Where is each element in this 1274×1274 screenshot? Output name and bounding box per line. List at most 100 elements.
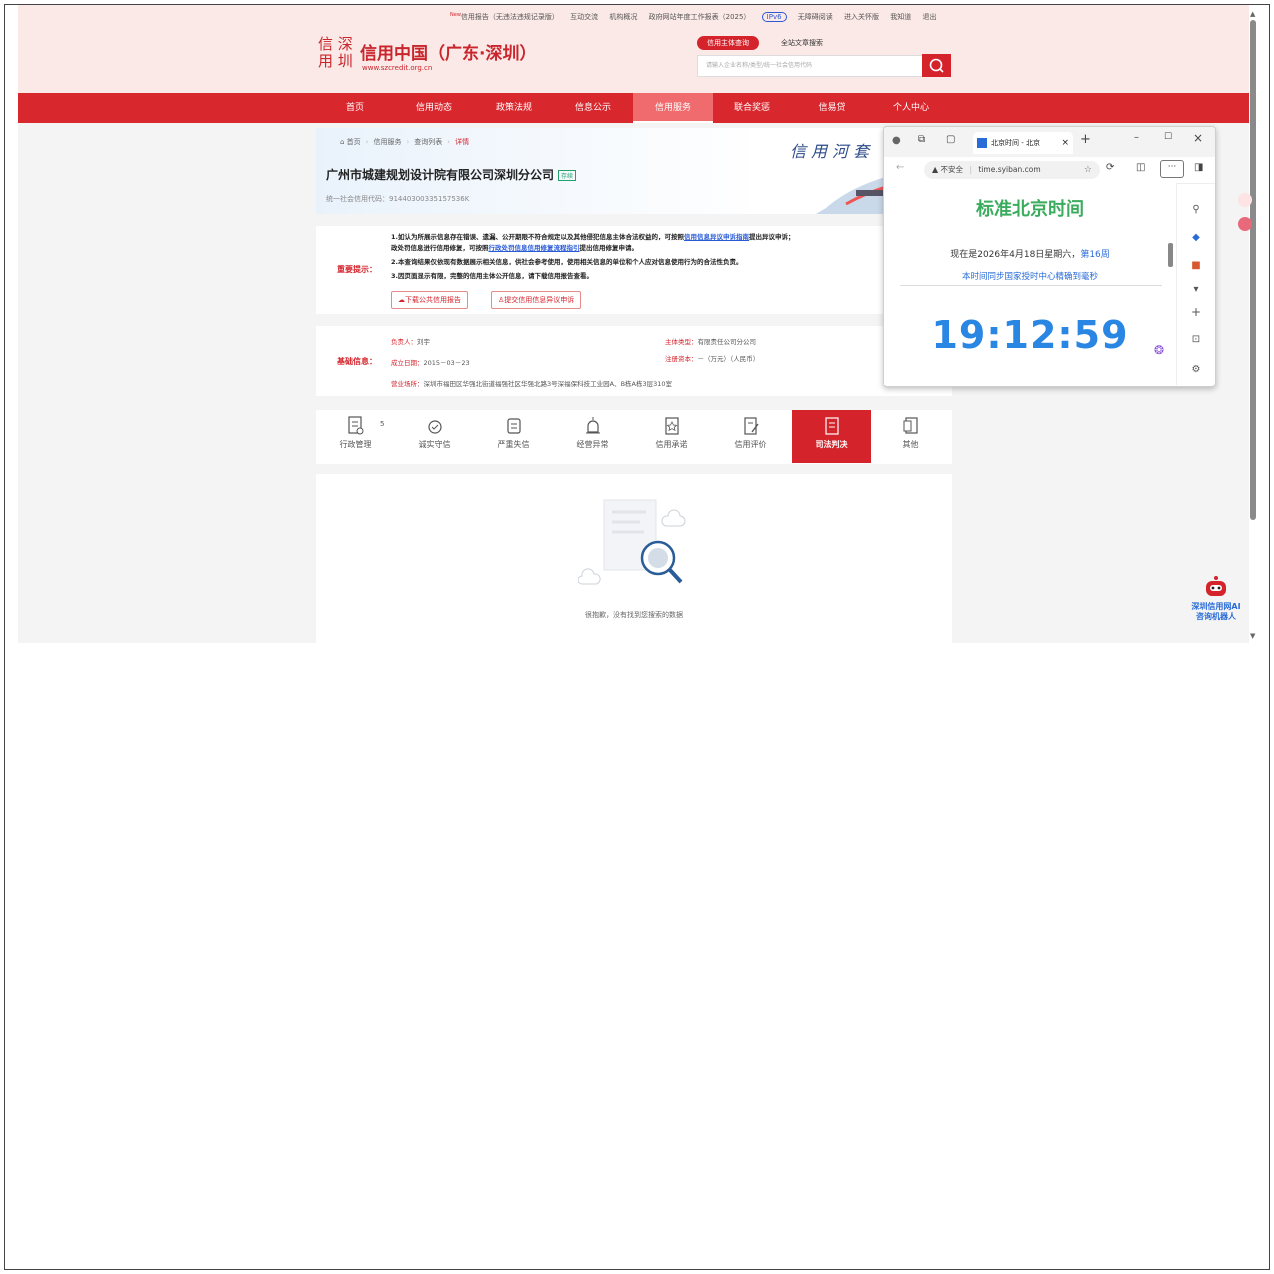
robot-label: 深圳信用网AI 咨询机器人 bbox=[1191, 602, 1241, 621]
nav-policy[interactable]: 政策法规 bbox=[474, 93, 554, 123]
site-logo[interactable]: 信 深 用 圳 信用中国（广东·深圳） www.szcredit.org.cn bbox=[318, 36, 558, 78]
company-name-text: 广州市城建规划设计院有限公司深圳分公司 bbox=[326, 168, 555, 182]
tab-article-search[interactable]: 全站文章搜索 bbox=[781, 38, 823, 48]
sidebar-tag-icon[interactable]: ◆ bbox=[1189, 231, 1203, 245]
address-field[interactable]: ▲ 不安全 | time.syiban.com ☆ bbox=[924, 161, 1100, 179]
tab-admin-management[interactable]: 行政管理 5 bbox=[316, 410, 395, 463]
tab-business-abnormal[interactable]: 经营异常 bbox=[553, 410, 632, 463]
top-link-logout[interactable]: 退出 bbox=[923, 13, 937, 21]
tab-favicon-icon bbox=[977, 138, 987, 148]
repair-guide-link[interactable]: 行政处罚信息信用修复流程指引 bbox=[489, 244, 580, 252]
profile-icon[interactable]: ● bbox=[892, 135, 901, 146]
integrity-icon bbox=[427, 420, 442, 434]
page-scrollbar-thumb[interactable] bbox=[1250, 20, 1256, 520]
top-link-credit-report[interactable]: 信用报告（无违法违规记录版） bbox=[461, 13, 559, 21]
popup-address-bar: ← ▲ 不安全 | time.syiban.com ☆ ⟳ ◫ ··· ◨ bbox=[884, 157, 1215, 184]
nav-home[interactable]: 首页 bbox=[315, 93, 395, 123]
breadcrumb-list[interactable]: 查询列表 bbox=[414, 138, 442, 146]
search-icon bbox=[929, 58, 944, 73]
top-link-know[interactable]: 我知道 bbox=[890, 13, 911, 21]
admin-count: 5 bbox=[380, 420, 385, 428]
sidebar-tools-icon[interactable]: ■ bbox=[1189, 259, 1203, 273]
star-doc-icon bbox=[664, 417, 679, 435]
close-window-icon[interactable]: × bbox=[1193, 131, 1203, 145]
sidebar-toggle-icon[interactable]: ◨ bbox=[1194, 162, 1203, 173]
close-tab-icon[interactable]: × bbox=[1061, 132, 1069, 154]
no-data-illustration bbox=[578, 499, 686, 585]
tab-entity-search[interactable]: 信用主体查询 bbox=[697, 36, 759, 50]
tab-serious-dishonesty[interactable]: 严重失信 bbox=[474, 410, 553, 463]
week-number: 第16周 bbox=[1080, 250, 1110, 260]
download-report-label: 下载公共信用报告 bbox=[405, 296, 461, 304]
new-tab-icon[interactable]: + bbox=[1080, 132, 1091, 147]
top-link-accessibility[interactable]: 无障碍阅读 bbox=[798, 13, 833, 21]
more-menu-icon[interactable]: ··· bbox=[1160, 160, 1184, 178]
nav-personal[interactable]: 个人中心 bbox=[871, 93, 951, 123]
favorite-star-icon[interactable]: ☆ bbox=[1084, 161, 1092, 179]
search-tabs: 信用主体查询 全站文章搜索 bbox=[697, 36, 823, 50]
scroll-down-icon[interactable]: ▼ bbox=[1250, 632, 1255, 640]
submit-objection-button[interactable]: ♙提交信用信息异议申诉 bbox=[491, 291, 582, 309]
registered-capital: 注册资本：－（万元）（人民币） bbox=[665, 355, 760, 363]
warning-icon: ▲ bbox=[932, 165, 939, 174]
refresh-icon[interactable]: ⟳ bbox=[1106, 162, 1114, 173]
tab-judicial-judgment[interactable]: 司法判决 bbox=[792, 410, 871, 463]
reader-icon[interactable]: ◫ bbox=[1136, 162, 1145, 173]
popup-scrollbar-thumb[interactable] bbox=[1168, 243, 1173, 267]
tab-credit-evaluation[interactable]: 信用评价 bbox=[711, 410, 790, 463]
notice-label: 重要提示： bbox=[337, 265, 377, 274]
search-button[interactable] bbox=[922, 54, 951, 77]
back-icon[interactable]: ← bbox=[896, 162, 904, 173]
notice-text: 1.如认为所展示信息存在错误、遗漏、公开期限不符合规定以及其他侵犯信息主体合法权… bbox=[391, 232, 891, 282]
copilot-icon[interactable]: ❂ bbox=[1154, 343, 1164, 357]
nav-joint-rewards[interactable]: 联合奖惩 bbox=[712, 93, 792, 123]
breadcrumb-home[interactable]: 首页 bbox=[347, 138, 361, 146]
popup-tab[interactable]: 北京时间 - 北京 × bbox=[973, 132, 1073, 154]
site-title: 信用中国（广东·深圳） bbox=[360, 44, 537, 64]
side-float-button-2[interactable] bbox=[1238, 217, 1252, 231]
main-nav: 首页 信用动态 政策法规 信息公示 信用服务 联合奖惩 信易贷 个人中心 bbox=[18, 93, 1249, 123]
sidebar-screenshot-icon[interactable]: ⊡ bbox=[1189, 333, 1203, 347]
tab-actions-icon[interactable]: ▢ bbox=[946, 134, 955, 145]
sidebar-search-icon[interactable]: ⚲ bbox=[1189, 203, 1203, 217]
nav-credit-loan[interactable]: 信易贷 bbox=[792, 93, 872, 123]
top-link-interaction[interactable]: 互动交流 bbox=[570, 13, 598, 21]
sync-note[interactable]: 本时间同步国家授时中心精确到毫秒 bbox=[884, 270, 1176, 282]
home-icon: ⌂ bbox=[340, 138, 347, 146]
maximize-icon[interactable]: ☐ bbox=[1164, 132, 1172, 142]
document-check-icon bbox=[347, 416, 363, 435]
submit-objection-label: 提交信用信息异议申诉 bbox=[504, 296, 575, 304]
tab-other[interactable]: 其他 bbox=[871, 410, 950, 463]
credit-code: 统一社会信用代码：91440300335157536K bbox=[326, 194, 469, 204]
logo-mark-line1: 信 深 bbox=[318, 35, 353, 53]
empty-message: 很抱歉，没有找到您搜索的数据 bbox=[585, 611, 683, 619]
ai-assistant-robot[interactable]: 深圳信用网AI 咨询机器人 bbox=[1185, 574, 1247, 634]
nav-news[interactable]: 信用动态 bbox=[394, 93, 474, 123]
collections-icon[interactable]: ⧉ bbox=[918, 134, 925, 145]
sidebar-expand-icon[interactable]: ▾ bbox=[1189, 283, 1203, 297]
side-float-button[interactable] bbox=[1238, 193, 1252, 207]
nav-disclosure[interactable]: 信息公示 bbox=[553, 93, 633, 123]
tab-integrity[interactable]: 诚实守信 bbox=[395, 410, 474, 463]
logo-mark: 信 深 用 圳 bbox=[318, 36, 356, 74]
banner-calligraphy: 信用河套 bbox=[790, 142, 875, 161]
download-report-button[interactable]: ☁下载公共信用报告 bbox=[391, 291, 468, 309]
objection-guide-link[interactable]: 信用信息异议申诉指南 bbox=[684, 233, 749, 241]
search-input[interactable]: 请输入企业名称/类型/统一社会信用代码 bbox=[697, 55, 923, 77]
security-label[interactable]: 不安全 bbox=[941, 165, 964, 174]
top-link-care-mode[interactable]: 进入关怀版 bbox=[844, 13, 879, 21]
ipv6-badge: IPv6 bbox=[761, 12, 787, 22]
minimize-icon[interactable]: – bbox=[1134, 132, 1139, 143]
sidebar-settings-icon[interactable]: ⚙ bbox=[1189, 363, 1203, 377]
sidebar-add-icon[interactable]: + bbox=[1189, 305, 1203, 319]
logo-mark-line2: 用 圳 bbox=[318, 52, 353, 70]
top-link-about[interactable]: 机构概况 bbox=[609, 13, 637, 21]
site-url: www.szcredit.org.cn bbox=[362, 64, 433, 72]
nav-credit-service[interactable]: 信用服务 bbox=[633, 93, 713, 123]
breadcrumb-credit-service[interactable]: 信用服务 bbox=[373, 138, 401, 146]
scroll-up-icon[interactable]: ▲ bbox=[1250, 10, 1255, 18]
top-link-annual-report[interactable]: 政府网站年度工作报表（2025） bbox=[649, 13, 751, 21]
tab-credit-commitment[interactable]: 信用承诺 bbox=[632, 410, 711, 463]
divider bbox=[900, 285, 1162, 286]
company-name: 广州市城建规划设计院有限公司深圳分公司 存续 bbox=[326, 166, 577, 183]
